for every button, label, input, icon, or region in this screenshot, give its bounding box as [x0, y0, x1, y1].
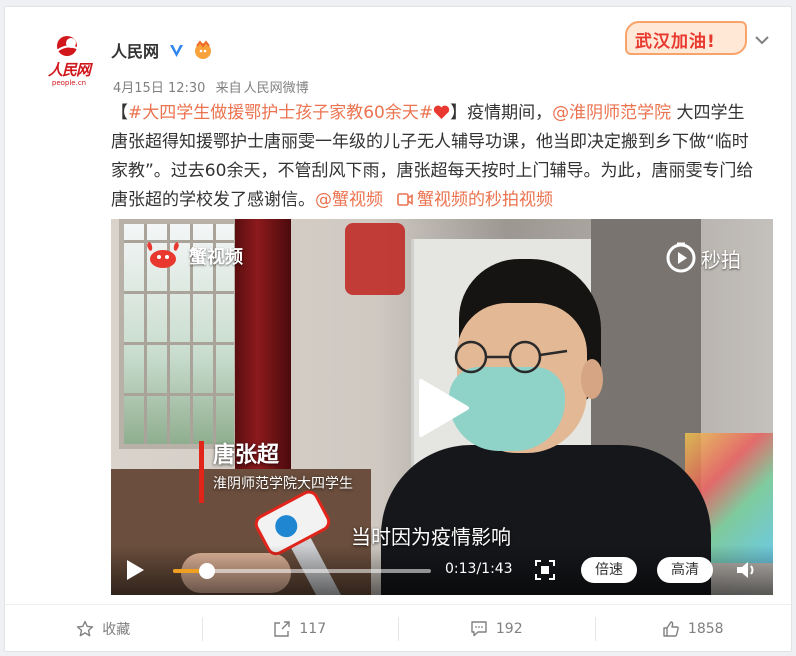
- playback-speed-button[interactable]: 倍速: [581, 557, 637, 583]
- video-frame-decoration: [345, 223, 405, 295]
- miaopai-icon: [666, 242, 696, 273]
- post-meta: 4月15日 12:30 来自 人民网微博: [113, 77, 309, 96]
- big-play-icon[interactable]: [415, 377, 471, 439]
- mention-huaiyin-link[interactable]: @淮阴师范学院: [552, 103, 671, 123]
- post-text: 【#大四学生做援鄂护士孩子家教60余天# 】疫情期间，@淮阴师范学院 大四学生唐张…: [111, 99, 761, 215]
- favorite-label: 收藏: [102, 621, 131, 638]
- thumbs-up-icon: [663, 620, 679, 637]
- post-date[interactable]: 4月15日 12:30: [113, 81, 205, 96]
- channel-name: 蟹视频: [189, 247, 243, 268]
- quality-button[interactable]: 高清: [657, 557, 713, 583]
- time-display: 0:13/1:43: [445, 561, 513, 577]
- post-source-prefix: 来自: [215, 81, 242, 96]
- author-name[interactable]: 人民网: [111, 38, 159, 62]
- channel-logo: 蟹视频: [143, 239, 243, 273]
- weibo-post-card: 人民网 people.cn 人民网 4月15日 12:30 来自 人民网微博 武汉…: [4, 6, 792, 652]
- chevron-down-icon[interactable]: [755, 35, 769, 45]
- member-badge-icon[interactable]: [192, 40, 214, 60]
- wuhan-banner: 武汉加油!: [625, 19, 753, 59]
- person-ear: [581, 359, 603, 399]
- post-actions: 收藏 117 192 1858: [5, 604, 791, 652]
- author-name-row: 人民网: [111, 37, 214, 63]
- miaopai-watermark: 秒拍: [665, 241, 741, 275]
- verified-badge-icon: [170, 44, 184, 57]
- volume-icon[interactable]: [735, 559, 759, 581]
- video-source-link[interactable]: 蟹视频的秒拍视频: [417, 190, 553, 210]
- favorite-button[interactable]: 收藏: [5, 605, 202, 652]
- like-button[interactable]: 1858: [594, 605, 792, 652]
- progress-handle[interactable]: [198, 563, 215, 579]
- share-count: 117: [299, 620, 327, 637]
- crab-icon: [147, 242, 179, 268]
- avatar-logo-domain: people.cn: [51, 79, 87, 87]
- caption-accent-bar: [199, 441, 204, 503]
- caption-person-desc: 淮阴师范学院大四学生: [213, 476, 353, 492]
- fullscreen-icon[interactable]: [535, 560, 555, 580]
- play-icon[interactable]: [125, 559, 145, 581]
- comment-count: 192: [495, 620, 523, 637]
- bracket-close: 】: [450, 103, 468, 123]
- avatar-logo-text: 人民网: [47, 61, 91, 79]
- person-glasses: [454, 340, 568, 374]
- caption-person-name: 唐张超: [213, 443, 280, 468]
- topic-link[interactable]: #大四学生做援鄂护士孩子家教60余天#: [128, 103, 433, 123]
- comment-button[interactable]: 192: [398, 605, 595, 652]
- video-link-icon: [397, 193, 413, 206]
- post-source[interactable]: 人民网微博: [244, 81, 309, 96]
- banner-text: 武汉加油!: [635, 32, 716, 52]
- share-icon: [274, 620, 291, 637]
- heart-icon: [433, 105, 450, 119]
- comment-icon: [471, 620, 487, 636]
- share-button[interactable]: 117: [201, 605, 399, 652]
- video-controls-bar: 0:13/1:43 倍速 高清: [111, 545, 773, 595]
- mention-xie-video-link[interactable]: @蟹视频: [315, 190, 383, 210]
- progress-bar[interactable]: [173, 563, 431, 579]
- text-part1: 疫情期间，: [467, 103, 553, 123]
- author-avatar[interactable]: 人民网 people.cn: [39, 31, 99, 91]
- people-daily-logo-mark: [56, 36, 80, 56]
- miaopai-label: 秒拍: [701, 247, 741, 272]
- star-icon: [77, 620, 94, 636]
- bracket-open: 【: [111, 103, 128, 123]
- video-player[interactable]: 蟹视频 秒拍 唐张超 淮阴师范学院大四学生 当时因为疫情影响 0:13/1:43…: [111, 219, 773, 595]
- like-count: 1858: [687, 620, 724, 637]
